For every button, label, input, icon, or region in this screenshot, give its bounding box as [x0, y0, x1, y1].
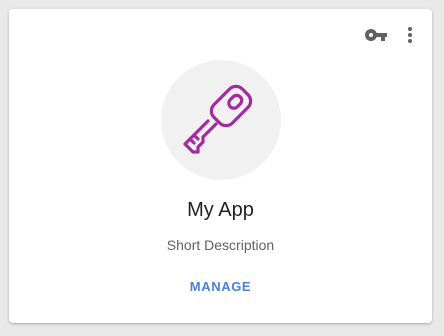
- manage-button[interactable]: MANAGE: [180, 273, 261, 300]
- app-description: Short Description: [166, 237, 275, 253]
- manage-container: MANAGE: [9, 278, 432, 296]
- app-title: My App: [187, 199, 254, 221]
- app-avatar: [161, 60, 281, 180]
- key-icon: [183, 84, 253, 154]
- card-actions: [364, 23, 420, 47]
- more-options-button[interactable]: [400, 23, 420, 47]
- app-card: My App Short Description MANAGE: [9, 9, 432, 323]
- key-icon: [364, 29, 387, 41]
- more-vert-icon: [408, 27, 412, 43]
- key-button[interactable]: [364, 23, 388, 47]
